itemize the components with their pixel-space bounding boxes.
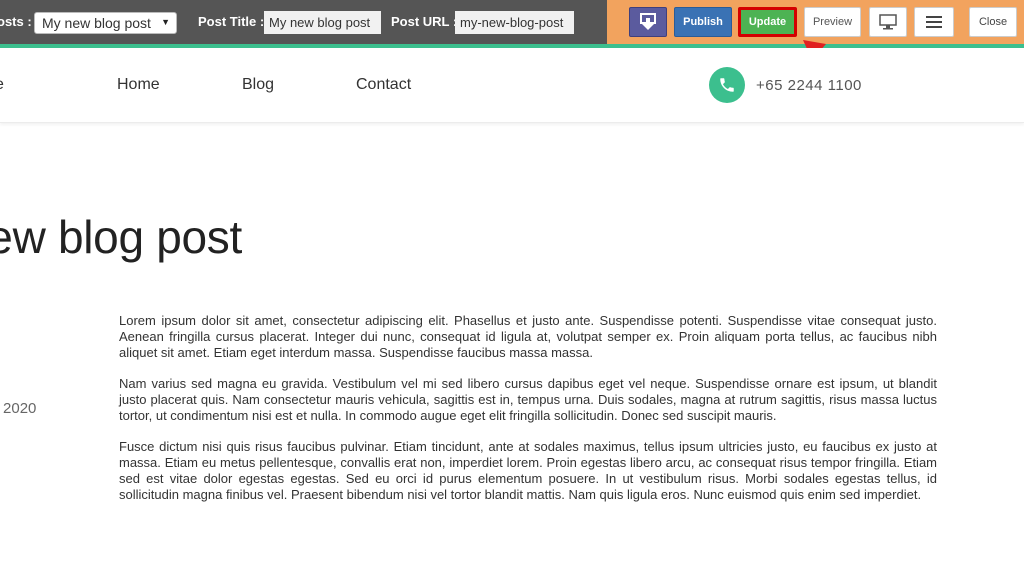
post-title-input[interactable]	[264, 11, 381, 34]
phone-handset-icon	[720, 78, 734, 92]
desktop-view-button[interactable]	[869, 7, 907, 37]
preview-button[interactable]: Preview	[804, 7, 861, 37]
post-url-input[interactable]	[455, 11, 574, 34]
post-paragraph: Nam varius sed magna eu gravida. Vestibu…	[119, 376, 937, 423]
site-navigation: e Home Blog Contact +65 2244 1100	[0, 48, 1024, 123]
phone-number[interactable]: +65 2244 1100	[756, 77, 862, 94]
nav-item-contact[interactable]: Contact	[356, 76, 411, 94]
post-title: new blog post	[0, 211, 242, 263]
posts-select-value: My new blog post	[42, 15, 151, 31]
post-body: Lorem ipsum dolor sit amet, consectetur …	[119, 313, 937, 518]
nav-item-blog[interactable]: Blog	[242, 76, 274, 94]
post-paragraph: Fusce dictum nisi quis risus faucibus pu…	[119, 439, 937, 502]
nav-item-cut[interactable]: e	[0, 76, 4, 94]
posts-label: osts :	[0, 14, 32, 29]
publish-button[interactable]: Publish	[674, 7, 732, 37]
desktop-monitor-icon	[879, 14, 897, 30]
post-paragraph: Lorem ipsum dolor sit amet, consectetur …	[119, 313, 937, 360]
nav-item-home[interactable]: Home	[117, 76, 160, 94]
chevron-down-icon: ▼	[161, 17, 170, 27]
download-icon	[640, 13, 656, 30]
menu-button[interactable]	[914, 7, 954, 37]
post-date: 12, 2020	[0, 400, 37, 417]
phone-icon	[709, 67, 745, 103]
post-title-label: Post Title :	[198, 14, 265, 29]
hamburger-menu-icon	[926, 16, 942, 28]
update-button[interactable]: Update	[738, 7, 797, 37]
posts-select[interactable]: My new blog post ▼	[34, 12, 177, 34]
save-button[interactable]	[629, 7, 667, 37]
post-url-label: Post URL :	[391, 14, 458, 29]
close-button[interactable]: Close	[969, 7, 1017, 37]
